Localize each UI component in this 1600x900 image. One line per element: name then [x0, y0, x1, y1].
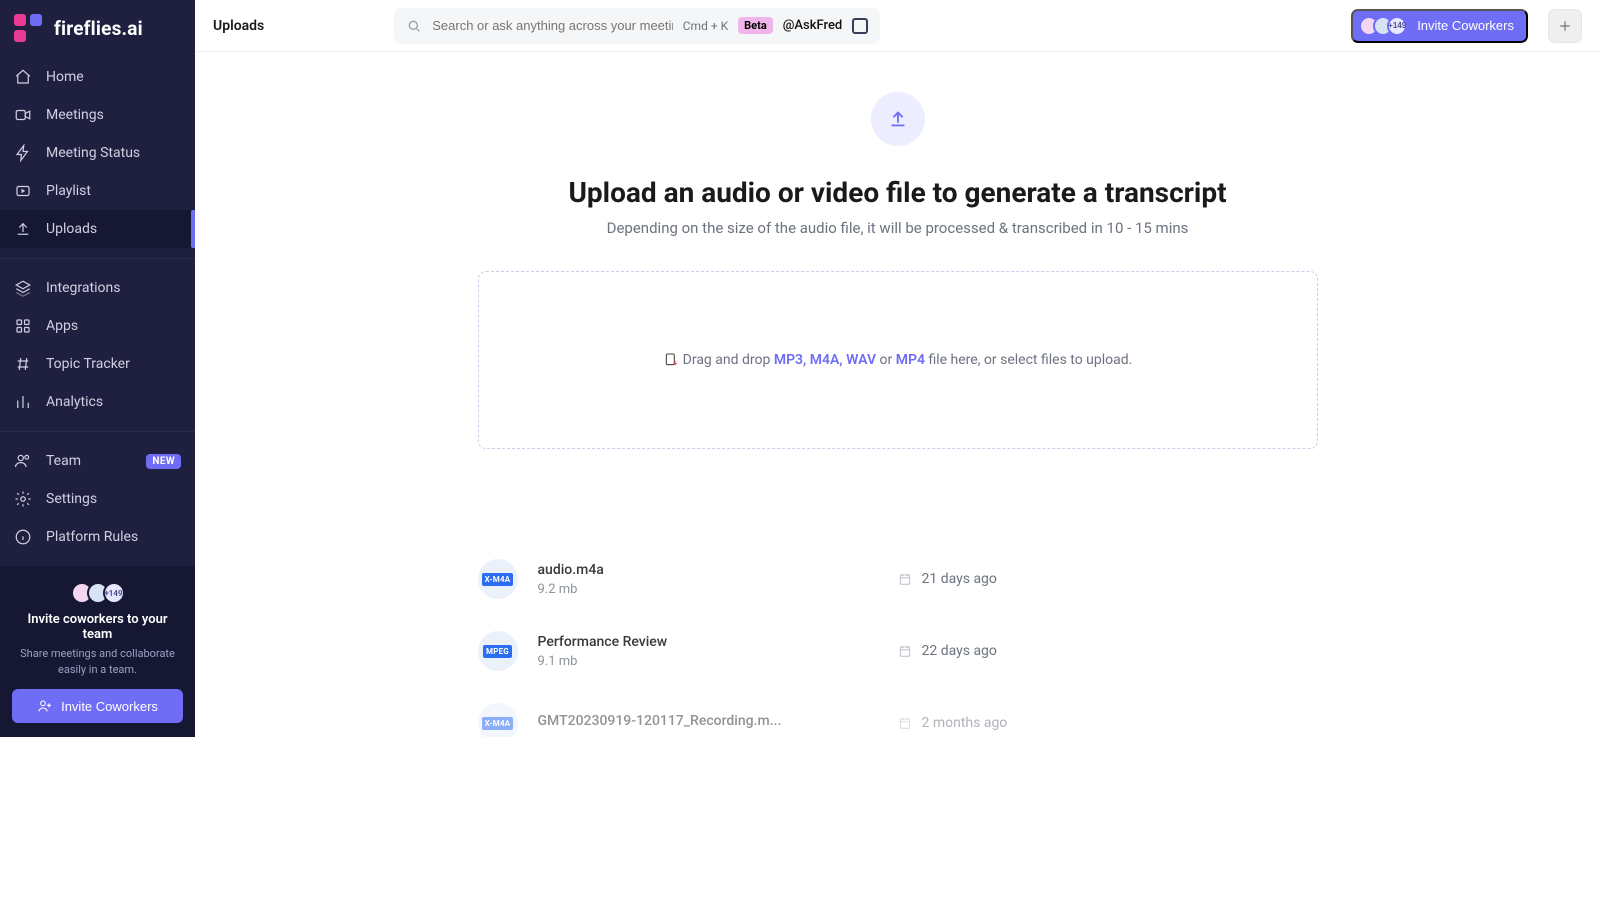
- file-row[interactable]: X-M4A audio.m4a 9.2 mb 21 days ago: [478, 543, 1318, 615]
- sidebar-item-label: Playlist: [46, 183, 91, 199]
- file-name: Performance Review: [538, 634, 878, 650]
- sidebar-item-meetings[interactable]: Meetings: [0, 96, 195, 134]
- sidebar-item-label: Topic Tracker: [46, 356, 130, 372]
- drop-text-pre: Drag and drop: [683, 352, 771, 368]
- sidebar: fireflies.ai Home Meetings Meeting Status P…: [0, 0, 195, 737]
- search-input[interactable]: [432, 18, 673, 33]
- sidebar-item-label: Uploads: [46, 221, 97, 237]
- search-icon: [406, 18, 422, 34]
- upload-hero-icon: [871, 92, 925, 146]
- file-date: 22 days ago: [898, 643, 997, 659]
- drop-or: or: [880, 352, 893, 368]
- square-icon: [852, 18, 868, 34]
- stack-icon: [14, 279, 32, 297]
- askfred-label: @AskFred: [783, 18, 843, 33]
- sidebar-item-label: Meetings: [46, 107, 104, 123]
- brand-name: fireflies.ai: [54, 17, 143, 40]
- drop-formats-video: MP4: [896, 352, 925, 368]
- file-type-icon: X-M4A: [478, 559, 518, 599]
- sidebar-item-label: Platform Rules: [46, 529, 138, 545]
- dropzone[interactable]: Drag and drop MP3, M4A, WAV or MP4 file …: [478, 271, 1318, 449]
- page-title: Uploads: [213, 18, 264, 34]
- sidebar-item-analytics[interactable]: Analytics: [0, 383, 195, 421]
- drop-formats-audio: MP3, M4A, WAV: [774, 352, 876, 368]
- sidebar-item-meeting-status[interactable]: Meeting Status: [0, 134, 195, 172]
- file-size: 9.1 mb: [538, 654, 878, 669]
- sidebar-item-label: Home: [46, 69, 84, 85]
- invite-button-label: Invite Coworkers: [61, 699, 158, 714]
- keyboard-shortcut: Cmd + K: [683, 19, 728, 33]
- invite-title: Invite coworkers to your team: [12, 612, 183, 642]
- avatar-stack: +149: [1359, 16, 1407, 36]
- top-invite-coworkers-button[interactable]: +149 Invite Coworkers: [1351, 9, 1528, 43]
- uploaded-files-list: X-M4A audio.m4a 9.2 mb 21 days ago MPEG Perfo…: [478, 543, 1318, 737]
- sidebar-item-label: Settings: [46, 491, 97, 507]
- content: Upload an audio or video file to generat…: [195, 52, 1600, 737]
- grid-icon: [14, 317, 32, 335]
- user-plus-icon: [37, 698, 53, 714]
- file-name: GMT20230919-120117_Recording.m...: [538, 713, 878, 729]
- drop-text-post: file here, or select files to upload.: [928, 352, 1132, 368]
- sidebar-item-playlist[interactable]: Playlist: [0, 172, 195, 210]
- topbar: Uploads Cmd + K Beta @AskFred +149 Invit…: [195, 0, 1600, 52]
- playlist-icon: [14, 182, 32, 200]
- sidebar-nav: Home Meetings Meeting Status Playlist Upload…: [0, 58, 195, 556]
- file-type-icon: MPEG: [478, 631, 518, 671]
- brand-logo[interactable]: fireflies.ai: [0, 0, 195, 52]
- sidebar-item-label: Team: [46, 453, 81, 469]
- gear-icon: [14, 490, 32, 508]
- info-icon: [14, 528, 32, 546]
- upload-icon: [14, 220, 32, 238]
- upload-subheading: Depending on the size of the audio file,…: [478, 219, 1318, 237]
- sidebar-item-topic-tracker[interactable]: Topic Tracker: [0, 345, 195, 383]
- file-date: 2 months ago: [898, 715, 1008, 731]
- file-date: 21 days ago: [898, 571, 997, 587]
- sidebar-item-settings[interactable]: Settings: [0, 480, 195, 518]
- top-invite-label: Invite Coworkers: [1417, 18, 1514, 33]
- sidebar-item-uploads[interactable]: Uploads: [0, 210, 195, 248]
- file-name: audio.m4a: [538, 562, 878, 578]
- sidebar-item-label: Meeting Status: [46, 145, 140, 161]
- bars-icon: [14, 393, 32, 411]
- bolt-icon: [14, 144, 32, 162]
- calendar-icon: [898, 716, 912, 730]
- invite-subtitle: Share meetings and collaborate easily in…: [12, 646, 183, 677]
- sidebar-item-platform-rules[interactable]: Platform Rules: [0, 518, 195, 556]
- avatar-stack: +149: [12, 582, 183, 604]
- file-row[interactable]: X-M4A GMT20230919-120117_Recording.m... 2 …: [478, 687, 1318, 737]
- global-search[interactable]: Cmd + K Beta @AskFred: [394, 8, 880, 44]
- file-size: 9.2 mb: [538, 582, 878, 597]
- new-badge: NEW: [146, 454, 181, 469]
- sidebar-item-label: Analytics: [46, 394, 103, 410]
- invite-coworkers-button[interactable]: Invite Coworkers: [12, 689, 183, 723]
- main-area: Uploads Cmd + K Beta @AskFred +149 Invit…: [195, 0, 1600, 737]
- file-row[interactable]: MPEG Performance Review 9.1 mb 22 days ago: [478, 615, 1318, 687]
- plus-icon: [1557, 18, 1573, 34]
- sidebar-item-team[interactable]: Team NEW: [0, 442, 195, 480]
- upload-heading: Upload an audio or video file to generat…: [478, 176, 1318, 209]
- sidebar-invite-card: +149 Invite coworkers to your team Share…: [0, 566, 195, 737]
- sidebar-item-apps[interactable]: Apps: [0, 307, 195, 345]
- file-upload-icon: [663, 352, 679, 368]
- sidebar-item-label: Integrations: [46, 280, 120, 296]
- add-button[interactable]: [1548, 9, 1582, 43]
- calendar-icon: [898, 644, 912, 658]
- hash-icon: [14, 355, 32, 373]
- sidebar-item-integrations[interactable]: Integrations: [0, 269, 195, 307]
- video-icon: [14, 106, 32, 124]
- beta-badge: Beta: [738, 17, 773, 34]
- sidebar-item-home[interactable]: Home: [0, 58, 195, 96]
- home-icon: [14, 68, 32, 86]
- file-type-icon: X-M4A: [478, 703, 518, 737]
- sidebar-item-label: Apps: [46, 318, 78, 334]
- calendar-icon: [898, 572, 912, 586]
- users-icon: [14, 452, 32, 470]
- brand-mark-icon: [14, 14, 44, 42]
